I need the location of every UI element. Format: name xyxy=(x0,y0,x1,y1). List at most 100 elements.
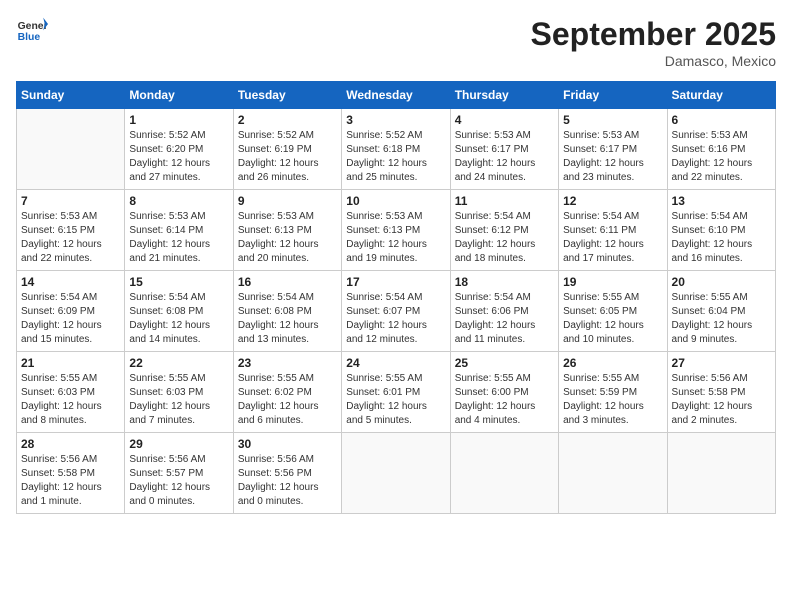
day-info: Sunrise: 5:55 AM Sunset: 6:05 PM Dayligh… xyxy=(563,291,662,347)
day-number: 24 xyxy=(346,356,445,370)
day-info: Sunrise: 5:53 AM Sunset: 6:17 PM Dayligh… xyxy=(455,129,554,185)
day-info: Sunrise: 5:53 AM Sunset: 6:14 PM Dayligh… xyxy=(129,210,228,266)
logo-icon: General Blue xyxy=(16,16,48,44)
calendar-header-row: SundayMondayTuesdayWednesdayThursdayFrid… xyxy=(17,82,776,109)
svg-text:General: General xyxy=(18,21,48,32)
day-number: 21 xyxy=(21,356,120,370)
col-header-sunday: Sunday xyxy=(17,82,125,109)
day-info: Sunrise: 5:54 AM Sunset: 6:07 PM Dayligh… xyxy=(346,291,445,347)
col-header-monday: Monday xyxy=(125,82,233,109)
month-title: September 2025 xyxy=(531,16,776,53)
day-number: 5 xyxy=(563,113,662,127)
day-number: 3 xyxy=(346,113,445,127)
calendar-cell: 17 Sunrise: 5:54 AM Sunset: 6:07 PM Dayli… xyxy=(342,271,450,352)
day-number: 29 xyxy=(129,437,228,451)
col-header-friday: Friday xyxy=(559,82,667,109)
day-number: 30 xyxy=(238,437,337,451)
calendar-cell: 4 Sunrise: 5:53 AM Sunset: 6:17 PM Daylig… xyxy=(450,109,558,190)
calendar-week-2: 7 Sunrise: 5:53 AM Sunset: 6:15 PM Daylig… xyxy=(17,190,776,271)
day-number: 16 xyxy=(238,275,337,289)
calendar-cell: 9 Sunrise: 5:53 AM Sunset: 6:13 PM Daylig… xyxy=(233,190,341,271)
day-info: Sunrise: 5:53 AM Sunset: 6:15 PM Dayligh… xyxy=(21,210,120,266)
day-number: 19 xyxy=(563,275,662,289)
day-info: Sunrise: 5:56 AM Sunset: 5:57 PM Dayligh… xyxy=(129,453,228,509)
day-number: 10 xyxy=(346,194,445,208)
calendar-cell xyxy=(667,433,775,514)
title-section: September 2025 Damasco, Mexico xyxy=(531,16,776,69)
day-info: Sunrise: 5:52 AM Sunset: 6:20 PM Dayligh… xyxy=(129,129,228,185)
calendar-cell: 2Sunrise: 5:52 AM Sunset: 6:19 PM Daylig… xyxy=(233,109,341,190)
day-info: Sunrise: 5:52 AM Sunset: 6:19 PM Dayligh… xyxy=(238,129,337,185)
calendar-week-4: 21 Sunrise: 5:55 AM Sunset: 6:03 PM Dayli… xyxy=(17,352,776,433)
day-number: 6 xyxy=(672,113,771,127)
calendar-cell xyxy=(450,433,558,514)
calendar-cell: 15Sunrise: 5:54 AM Sunset: 6:08 PM Dayli… xyxy=(125,271,233,352)
calendar-week-1: 1 Sunrise: 5:52 AM Sunset: 6:20 PM Daylig… xyxy=(17,109,776,190)
calendar-cell: 13Sunrise: 5:54 AM Sunset: 6:10 PM Dayli… xyxy=(667,190,775,271)
calendar-cell: 1 Sunrise: 5:52 AM Sunset: 6:20 PM Daylig… xyxy=(125,109,233,190)
day-info: Sunrise: 5:55 AM Sunset: 6:03 PM Dayligh… xyxy=(21,372,120,428)
calendar-cell: 7 Sunrise: 5:53 AM Sunset: 6:15 PM Daylig… xyxy=(17,190,125,271)
day-info: Sunrise: 5:54 AM Sunset: 6:12 PM Dayligh… xyxy=(455,210,554,266)
calendar-cell: 27 Sunrise: 5:56 AM Sunset: 5:58 PM Dayli… xyxy=(667,352,775,433)
logo: General Blue xyxy=(16,16,48,44)
day-info: Sunrise: 5:54 AM Sunset: 6:11 PM Dayligh… xyxy=(563,210,662,266)
calendar-cell xyxy=(342,433,450,514)
col-header-wednesday: Wednesday xyxy=(342,82,450,109)
day-number: 4 xyxy=(455,113,554,127)
page-header: General Blue September 2025 Damasco, Mex… xyxy=(16,16,776,69)
day-number: 1 xyxy=(129,113,228,127)
day-number: 25 xyxy=(455,356,554,370)
day-info: Sunrise: 5:55 AM Sunset: 6:02 PM Dayligh… xyxy=(238,372,337,428)
calendar-cell: 16 Sunrise: 5:54 AM Sunset: 6:08 PM Dayli… xyxy=(233,271,341,352)
day-info: Sunrise: 5:55 AM Sunset: 5:59 PM Dayligh… xyxy=(563,372,662,428)
day-number: 14 xyxy=(21,275,120,289)
day-info: Sunrise: 5:55 AM Sunset: 6:04 PM Dayligh… xyxy=(672,291,771,347)
day-number: 27 xyxy=(672,356,771,370)
col-header-tuesday: Tuesday xyxy=(233,82,341,109)
day-number: 20 xyxy=(672,275,771,289)
day-info: Sunrise: 5:56 AM Sunset: 5:58 PM Dayligh… xyxy=(672,372,771,428)
calendar-cell: 24 Sunrise: 5:55 AM Sunset: 6:01 PM Dayli… xyxy=(342,352,450,433)
day-number: 12 xyxy=(563,194,662,208)
day-number: 7 xyxy=(21,194,120,208)
day-info: Sunrise: 5:52 AM Sunset: 6:18 PM Dayligh… xyxy=(346,129,445,185)
col-header-thursday: Thursday xyxy=(450,82,558,109)
calendar-cell xyxy=(17,109,125,190)
calendar-cell: 6 Sunrise: 5:53 AM Sunset: 6:16 PM Daylig… xyxy=(667,109,775,190)
day-info: Sunrise: 5:56 AM Sunset: 5:58 PM Dayligh… xyxy=(21,453,120,509)
calendar-week-5: 28Sunrise: 5:56 AM Sunset: 5:58 PM Dayli… xyxy=(17,433,776,514)
day-number: 26 xyxy=(563,356,662,370)
day-number: 17 xyxy=(346,275,445,289)
day-number: 22 xyxy=(129,356,228,370)
calendar-cell: 11Sunrise: 5:54 AM Sunset: 6:12 PM Dayli… xyxy=(450,190,558,271)
calendar-cell: 8Sunrise: 5:53 AM Sunset: 6:14 PM Daylig… xyxy=(125,190,233,271)
day-number: 13 xyxy=(672,194,771,208)
calendar-table: SundayMondayTuesdayWednesdayThursdayFrid… xyxy=(16,81,776,514)
day-number: 9 xyxy=(238,194,337,208)
day-info: Sunrise: 5:54 AM Sunset: 6:08 PM Dayligh… xyxy=(238,291,337,347)
calendar-cell: 18Sunrise: 5:54 AM Sunset: 6:06 PM Dayli… xyxy=(450,271,558,352)
day-info: Sunrise: 5:53 AM Sunset: 6:13 PM Dayligh… xyxy=(238,210,337,266)
day-info: Sunrise: 5:55 AM Sunset: 6:00 PM Dayligh… xyxy=(455,372,554,428)
col-header-saturday: Saturday xyxy=(667,82,775,109)
day-info: Sunrise: 5:56 AM Sunset: 5:56 PM Dayligh… xyxy=(238,453,337,509)
day-info: Sunrise: 5:54 AM Sunset: 6:09 PM Dayligh… xyxy=(21,291,120,347)
location-subtitle: Damasco, Mexico xyxy=(531,53,776,69)
svg-text:Blue: Blue xyxy=(18,32,41,43)
day-number: 23 xyxy=(238,356,337,370)
day-info: Sunrise: 5:53 AM Sunset: 6:16 PM Dayligh… xyxy=(672,129,771,185)
calendar-cell xyxy=(559,433,667,514)
day-info: Sunrise: 5:53 AM Sunset: 6:13 PM Dayligh… xyxy=(346,210,445,266)
calendar-cell: 23 Sunrise: 5:55 AM Sunset: 6:02 PM Dayli… xyxy=(233,352,341,433)
calendar-cell: 28Sunrise: 5:56 AM Sunset: 5:58 PM Dayli… xyxy=(17,433,125,514)
day-number: 15 xyxy=(129,275,228,289)
calendar-cell: 21 Sunrise: 5:55 AM Sunset: 6:03 PM Dayli… xyxy=(17,352,125,433)
day-info: Sunrise: 5:55 AM Sunset: 6:03 PM Dayligh… xyxy=(129,372,228,428)
calendar-cell: 3 Sunrise: 5:52 AM Sunset: 6:18 PM Daylig… xyxy=(342,109,450,190)
day-info: Sunrise: 5:55 AM Sunset: 6:01 PM Dayligh… xyxy=(346,372,445,428)
day-info: Sunrise: 5:53 AM Sunset: 6:17 PM Dayligh… xyxy=(563,129,662,185)
calendar-cell: 10 Sunrise: 5:53 AM Sunset: 6:13 PM Dayli… xyxy=(342,190,450,271)
calendar-cell: 12 Sunrise: 5:54 AM Sunset: 6:11 PM Dayli… xyxy=(559,190,667,271)
calendar-cell: 30 Sunrise: 5:56 AM Sunset: 5:56 PM Dayli… xyxy=(233,433,341,514)
